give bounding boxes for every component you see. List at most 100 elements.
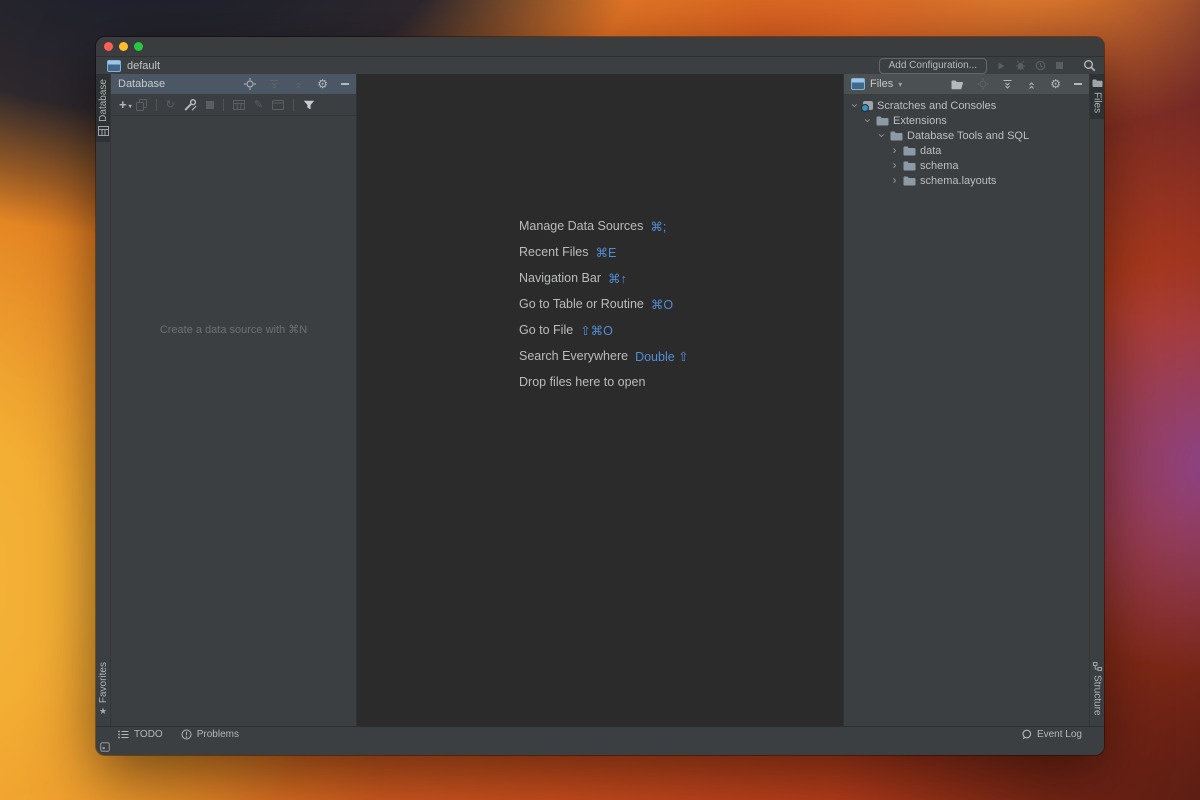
traffic-lights	[104, 42, 143, 51]
project-tab-label: default	[127, 60, 160, 72]
sidebar-tab-database[interactable]: Database	[96, 74, 110, 142]
zoom-button[interactable]	[134, 42, 143, 51]
database-panel-header: Database ⚙	[111, 74, 356, 94]
tree-row-label: schema.layouts	[920, 175, 996, 187]
open-console-icon[interactable]	[272, 100, 284, 110]
files-tree: › Scratches and Consoles › Extensions ›	[844, 94, 1089, 188]
database-empty-state: Create a data source with ⌘N	[111, 116, 356, 726]
settings-gear-icon[interactable]: ⚙	[1050, 78, 1061, 90]
todo-tab[interactable]: TODO	[118, 729, 163, 740]
locate-icon[interactable]	[977, 78, 989, 90]
left-tool-stripe: Database Favorites ★	[96, 74, 111, 726]
stop-query-icon[interactable]	[206, 101, 214, 109]
settings-gear-icon[interactable]: ⚙	[317, 78, 328, 90]
drop-files-hint: Drop files here to open	[519, 369, 843, 395]
structure-tab-label: Structure	[1092, 675, 1103, 716]
files-panel-title: Files	[870, 78, 893, 90]
tree-row-label: Database Tools and SQL	[907, 130, 1029, 142]
table-icon[interactable]	[233, 100, 245, 110]
stop-icon[interactable]	[1055, 61, 1064, 70]
close-button[interactable]	[104, 42, 113, 51]
scratches-icon	[863, 101, 873, 110]
window-bottom-strip	[96, 742, 1104, 755]
duplicate-icon[interactable]	[136, 99, 147, 111]
star-icon: ★	[99, 707, 107, 716]
project-tab[interactable]: default	[107, 60, 160, 72]
titlebar	[96, 37, 1104, 57]
shortcut-hint: Go to File ⇧⌘O	[519, 317, 843, 343]
expand-all-icon[interactable]	[1002, 79, 1013, 90]
sidebar-tab-structure[interactable]: Structure	[1090, 657, 1104, 722]
tree-row-label: Scratches and Consoles	[877, 100, 996, 112]
event-log-label: Event Log	[1037, 729, 1082, 740]
tree-row[interactable]: › schema.layouts	[844, 173, 1089, 188]
sidebar-tab-favorites[interactable]: Favorites ★	[96, 657, 110, 722]
main-area: Database Favorites ★ Database	[96, 74, 1104, 726]
tab-row: default Add Configuration...	[96, 57, 1104, 74]
tree-row[interactable]: › data	[844, 143, 1089, 158]
todo-icon	[118, 730, 129, 739]
chevron-collapsed-icon[interactable]: ›	[890, 161, 899, 170]
expand-all-icon[interactable]	[269, 79, 280, 90]
tree-row-label: schema	[920, 160, 959, 172]
chevron-expanded-icon[interactable]: ›	[850, 101, 859, 110]
problems-icon	[181, 729, 192, 740]
hide-panel-icon[interactable]	[1074, 83, 1082, 85]
chevron-collapsed-icon[interactable]: ›	[890, 146, 899, 155]
data-source-properties-icon[interactable]	[184, 99, 197, 111]
edit-icon[interactable]: ✎	[254, 98, 263, 111]
shortcut-hint: Go to Table or Routine ⌘O	[519, 291, 843, 317]
event-log-button[interactable]: Event Log	[1021, 729, 1082, 740]
chevron-expanded-icon[interactable]: ›	[877, 131, 886, 140]
tree-row-label: Extensions	[893, 115, 947, 127]
structure-icon	[1093, 662, 1102, 671]
chevron-down-icon[interactable]: ▾	[898, 80, 902, 89]
files-tab-label: Files	[1092, 92, 1103, 113]
problems-label: Problems	[197, 729, 239, 740]
add-configuration-button[interactable]: Add Configuration...	[879, 58, 987, 74]
shortcut-hint: Navigation Bar ⌘↑	[519, 265, 843, 291]
shortcut-hint: Search Everywhere Double ⇧	[519, 343, 843, 369]
folder-icon	[890, 131, 903, 141]
select-open-file-icon[interactable]	[951, 79, 964, 90]
folder-icon	[903, 146, 916, 156]
shortcut-hint: Recent Files ⌘E	[519, 239, 843, 265]
database-table-icon	[98, 126, 109, 136]
sidebar-tab-files[interactable]: Files	[1090, 74, 1104, 119]
collapse-all-icon[interactable]	[1026, 79, 1037, 90]
collapse-all-icon[interactable]	[293, 79, 304, 90]
problems-tab[interactable]: Problems	[181, 729, 239, 740]
status-bar: TODO Problems Event Log	[96, 726, 1104, 742]
minimize-button[interactable]	[119, 42, 128, 51]
hide-panel-icon[interactable]	[341, 83, 349, 85]
chevron-collapsed-icon[interactable]: ›	[890, 176, 899, 185]
right-tool-stripe: Files Structure	[1089, 74, 1104, 726]
filter-icon[interactable]	[303, 100, 315, 110]
search-everywhere-icon[interactable]	[1083, 59, 1096, 72]
files-panel-header: Files ▾ ⚙	[844, 74, 1089, 94]
tool-window-switcher-icon[interactable]	[100, 742, 110, 752]
tree-row[interactable]: › schema	[844, 158, 1089, 173]
files-panel-icon	[851, 78, 865, 90]
tree-row[interactable]: › Database Tools and SQL	[844, 128, 1089, 143]
database-panel-title: Database	[118, 78, 165, 90]
locate-icon[interactable]	[244, 78, 256, 90]
run-toolbar: Add Configuration...	[879, 58, 1096, 74]
chevron-expanded-icon[interactable]: ›	[863, 116, 872, 125]
add-data-source-icon[interactable]: +▾	[119, 99, 127, 110]
folder-icon	[903, 176, 916, 186]
database-empty-text: Create a data source with ⌘N	[160, 323, 307, 336]
database-tool-window: Database ⚙ +▾ ↻	[111, 74, 357, 726]
debug-icon[interactable]	[1015, 60, 1026, 71]
folder-icon	[876, 116, 889, 126]
tree-row[interactable]: › Extensions	[844, 113, 1089, 128]
run-icon[interactable]	[996, 61, 1006, 71]
files-tool-window: Files ▾ ⚙ ›	[843, 74, 1089, 726]
database-toolbar: +▾ ↻ ✎	[111, 94, 356, 116]
database-tab-label: Database	[98, 79, 109, 122]
tree-row[interactable]: › Scratches and Consoles	[844, 98, 1089, 113]
shortcut-hints: Manage Data Sources ⌘; Recent Files ⌘E N…	[357, 74, 843, 395]
profiler-icon[interactable]	[1035, 60, 1046, 71]
favorites-tab-label: Favorites	[98, 662, 109, 703]
refresh-icon[interactable]: ↻	[166, 98, 175, 111]
